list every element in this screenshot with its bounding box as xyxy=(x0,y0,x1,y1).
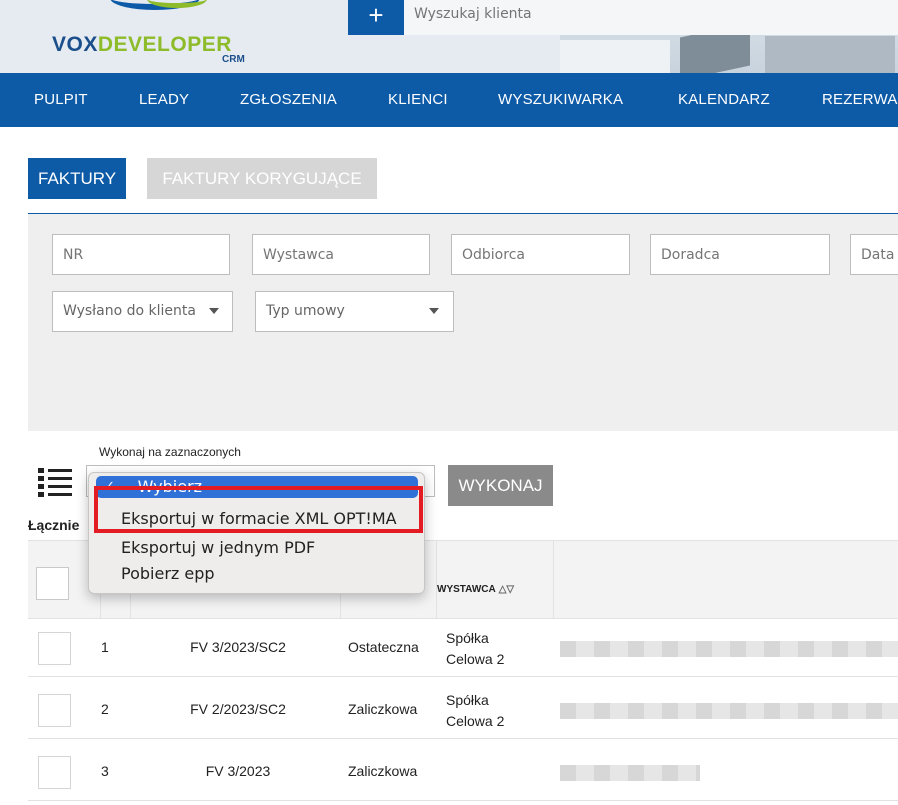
chevron-down-icon xyxy=(429,308,439,314)
filter-wyslano-label: Wysłano do klienta xyxy=(63,303,196,319)
logo-crm-text: CRM xyxy=(222,54,245,65)
dropdown-option-pobierz-epp[interactable]: Pobierz epp xyxy=(89,562,424,586)
filter-doradca-input[interactable] xyxy=(650,234,830,275)
row-checkbox[interactable] xyxy=(38,694,71,727)
nav-item-rezerwacje[interactable]: REZERWA xyxy=(822,73,898,127)
sort-icon[interactable]: △▽ xyxy=(499,584,514,595)
column-header-wystawca[interactable]: WYSTAWCA △▽ xyxy=(437,584,514,595)
invoice-number[interactable]: FV 3/2023 xyxy=(138,763,338,779)
chevron-down-icon xyxy=(209,308,219,314)
row-number: 1 xyxy=(101,639,109,655)
filter-typ-umowy-select[interactable]: Typ umowy xyxy=(255,291,454,332)
client-search-input[interactable] xyxy=(404,0,898,35)
invoice-number[interactable]: FV 2/2023/SC2 xyxy=(138,701,338,717)
logo[interactable]: VOXDEVELOPER CRM xyxy=(52,0,272,70)
issuer: Spółka Celowa 2 xyxy=(446,630,505,667)
filter-wyslano-select[interactable]: Wysłano do klienta xyxy=(52,291,233,332)
nav-item-wyszukiwarka[interactable]: WYSZUKIWARKA xyxy=(498,73,623,127)
row-number: 3 xyxy=(101,763,109,779)
bulk-action-label: Wykonaj na zaznaczonych xyxy=(99,445,241,459)
main-nav: PULPIT LEADY ZGŁOSZENIA KLIENCI WYSZUKIW… xyxy=(0,73,898,127)
row-checkbox[interactable] xyxy=(38,632,71,665)
total-label: Łącznie xyxy=(28,517,80,533)
filter-wystawca-input[interactable] xyxy=(252,234,430,275)
invoice-type: Zaliczkowa xyxy=(348,701,418,717)
filter-data-input[interactable] xyxy=(850,234,898,275)
table-row[interactable]: 1 FV 3/2023/SC2 Ostateczna Spółka Celowa … xyxy=(28,619,898,677)
redacted-content xyxy=(560,703,898,719)
nav-item-zgloszenia[interactable]: ZGŁOSZENIA xyxy=(240,73,337,127)
header: VOXDEVELOPER CRM + xyxy=(0,0,898,73)
list-icon[interactable] xyxy=(38,465,74,497)
logo-text: VOXDEVELOPER xyxy=(52,33,232,56)
client-search-box xyxy=(404,0,898,35)
add-client-button[interactable]: + xyxy=(348,0,404,35)
filter-nr-input[interactable] xyxy=(52,234,230,275)
invoice-type: Zaliczkowa xyxy=(348,763,418,779)
execute-button[interactable]: WYKONAJ xyxy=(448,465,553,506)
tab-faktury-korygujace[interactable]: FAKTURY KORYGUJĄCE xyxy=(147,158,377,199)
dropdown-option-export-pdf[interactable]: Eksportuj w jednym PDF xyxy=(89,536,424,560)
row-checkbox[interactable] xyxy=(38,756,71,789)
table-row[interactable]: 2 FV 2/2023/SC2 Zaliczkowa Spółka Celowa … xyxy=(28,681,898,739)
tab-faktury[interactable]: FAKTURY xyxy=(28,158,127,199)
highlight-annotation xyxy=(94,486,423,533)
nav-item-leady[interactable]: LEADY xyxy=(139,73,189,127)
filter-typ-umowy-label: Typ umowy xyxy=(266,303,345,319)
nav-item-klienci[interactable]: KLIENCI xyxy=(388,73,448,127)
issuer: Spółka Celowa 2 xyxy=(446,692,505,729)
filters-panel: Wysłano do klienta Typ umowy xyxy=(28,214,898,431)
table-row[interactable]: 3 FV 3/2023 Zaliczkowa xyxy=(28,743,898,801)
filter-odbiorca-input[interactable] xyxy=(451,234,630,275)
nav-item-kalendarz[interactable]: KALENDARZ xyxy=(678,73,770,127)
page: VOXDEVELOPER CRM + PULPIT LEADY ZGŁOSZEN… xyxy=(0,0,898,805)
row-number: 2 xyxy=(101,701,109,717)
invoice-type: Ostateczna xyxy=(348,639,419,655)
select-all-checkbox[interactable] xyxy=(36,567,69,600)
redacted-content xyxy=(560,765,700,781)
redacted-content xyxy=(560,641,898,657)
invoice-number[interactable]: FV 3/2023/SC2 xyxy=(138,639,338,655)
nav-item-pulpit[interactable]: PULPIT xyxy=(34,73,88,127)
